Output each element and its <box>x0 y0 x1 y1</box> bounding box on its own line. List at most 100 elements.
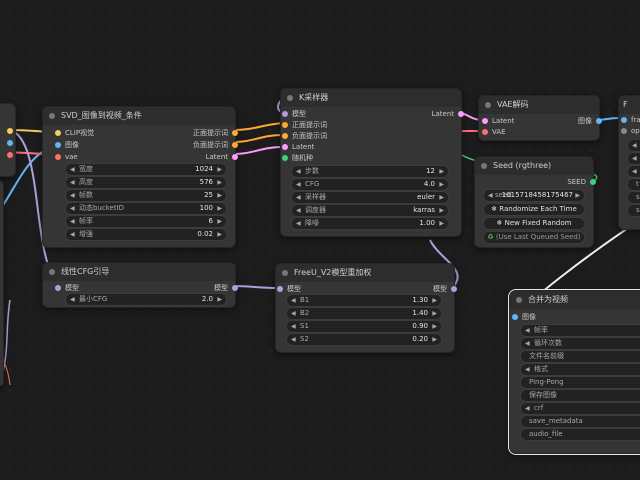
right-partial-input-0[interactable]: fra <box>621 115 640 125</box>
freeu-v2-node[interactable]: FreeU_V2模型重加权 模型 模型 ◀ B1 1.30 ▶ ◀ B2 1.40 ▶ ◀ S… <box>275 263 457 353</box>
image-pin-icon[interactable] <box>621 117 627 123</box>
freeu-s2-widget[interactable]: ◀ S2 0.20 ▶ <box>286 333 442 346</box>
decrement-arrow-icon[interactable]: ◀ <box>525 364 530 375</box>
decrement-arrow-icon[interactable]: ◀ <box>291 308 296 319</box>
increment-arrow-icon[interactable]: ▶ <box>217 203 222 214</box>
latent-pin-icon[interactable] <box>482 118 488 124</box>
decrement-arrow-icon[interactable]: ◀ <box>632 166 637 177</box>
right-partial-widget-0[interactable]: ◀f <box>627 139 640 152</box>
right-partial-node[interactable]: F fra opti ◀f ◀l ◀s t s s <box>618 95 640 230</box>
decrement-arrow-icon[interactable]: ◀ <box>488 190 493 201</box>
collapse-dot-icon[interactable] <box>485 102 491 108</box>
combine-filename-prefix-widget[interactable]: 文件名前缀 <box>520 350 640 363</box>
ksampler-input-positive[interactable]: 正面提示词 <box>282 120 327 130</box>
combine-video-title[interactable]: 合并为视频 <box>510 291 640 309</box>
svd-input-image[interactable]: 图像 <box>55 140 79 150</box>
freeu-b1-widget[interactable]: ◀ B1 1.30 ▶ <box>286 294 442 307</box>
svd-input-vae[interactable]: vae <box>55 152 78 162</box>
combine-audio-file-widget[interactable]: audio_file <box>520 428 640 441</box>
right-partial-widget-3[interactable]: t <box>627 178 640 191</box>
freeu-s1-widget[interactable]: ◀ S1 0.90 ▶ <box>286 320 442 333</box>
increment-arrow-icon[interactable]: ▶ <box>575 190 580 201</box>
collapse-dot-icon[interactable] <box>481 163 487 169</box>
svd-node-title[interactable]: SVD_图像到视频_条件 <box>43 107 235 125</box>
ksampler-cfg-widget[interactable]: ◀ CFG 4.0 ▶ <box>291 178 449 191</box>
int-pin-icon[interactable] <box>282 155 288 161</box>
left-partial-node[interactable] <box>0 103 16 177</box>
model-pin-icon[interactable] <box>232 285 238 291</box>
option-pin-icon[interactable] <box>621 128 627 134</box>
int-pin-icon[interactable] <box>590 179 596 185</box>
collapse-dot-icon[interactable] <box>516 297 522 303</box>
decrement-arrow-icon[interactable]: ◀ <box>632 140 637 151</box>
vae-decode-title[interactable]: VAE解码 <box>479 96 599 114</box>
decrement-arrow-icon[interactable]: ◀ <box>291 334 296 345</box>
collapse-dot-icon[interactable] <box>287 95 293 101</box>
right-partial-widget-4[interactable]: s <box>627 191 640 204</box>
increment-arrow-icon[interactable]: ▶ <box>217 190 222 201</box>
right-partial-title[interactable]: F <box>619 96 640 114</box>
ksampler-input-negative[interactable]: 负面提示词 <box>282 131 327 141</box>
svd-frames-widget[interactable]: ◀ 帧数 25 ▶ <box>65 189 227 202</box>
ksampler-output-latent[interactable]: Latent <box>432 109 464 119</box>
ksampler-input-seed[interactable]: 随机种 <box>282 153 313 163</box>
decrement-arrow-icon[interactable]: ◀ <box>296 192 301 203</box>
latent-pin-icon[interactable] <box>282 144 288 150</box>
image-pin-icon[interactable] <box>55 142 61 148</box>
right-partial-input-1[interactable]: opti <box>621 126 640 136</box>
cfg-guide-output-model[interactable]: 模型 <box>214 283 238 293</box>
conditioning-pin-icon[interactable] <box>282 133 288 139</box>
decrement-arrow-icon[interactable]: ◀ <box>70 190 75 201</box>
increment-arrow-icon[interactable]: ▶ <box>217 216 222 227</box>
increment-arrow-icon[interactable]: ▶ <box>217 177 222 188</box>
collapse-dot-icon[interactable] <box>49 269 55 275</box>
ksampler-node-title[interactable]: K采样器 <box>281 89 461 107</box>
svd-output-positive[interactable]: 正面提示词 <box>193 128 238 138</box>
freeu-b2-widget[interactable]: ◀ B2 1.40 ▶ <box>286 307 442 320</box>
decrement-arrow-icon[interactable]: ◀ <box>70 294 75 305</box>
svd-output-latent[interactable]: Latent <box>206 152 238 162</box>
right-partial-widget-1[interactable]: ◀l <box>627 152 640 165</box>
combine-input-image[interactable]: 图像 <box>512 312 536 322</box>
decrement-arrow-icon[interactable]: ◀ <box>296 218 301 229</box>
vae-decode-output-image[interactable]: 图像 <box>578 116 602 126</box>
cfg-guide-title[interactable]: 线性CFG引导 <box>43 263 235 281</box>
svd-output-negative[interactable]: 负面提示词 <box>193 140 238 150</box>
combine-save-metadata-widget[interactable]: save_metadata <box>520 415 640 428</box>
ksampler-input-model[interactable]: 模型 <box>282 109 306 119</box>
latent-pin-icon[interactable] <box>232 154 238 160</box>
increment-arrow-icon[interactable]: ▶ <box>439 192 444 203</box>
combine-pingpong-widget[interactable]: Ping-Pong <box>520 376 640 389</box>
left-partial-node-lower[interactable] <box>0 180 4 387</box>
clip-vision-pin-icon[interactable] <box>55 130 61 136</box>
randomize-each-time-button[interactable]: ❄ Randomize Each Time <box>483 203 585 216</box>
ksampler-input-latent[interactable]: Latent <box>282 142 314 152</box>
vae-pin-icon[interactable] <box>55 154 61 160</box>
seed-value-widget[interactable]: ◀ seed 1015718458175467 ▶ <box>483 189 585 202</box>
increment-arrow-icon[interactable]: ▶ <box>439 179 444 190</box>
increment-arrow-icon[interactable]: ▶ <box>432 334 437 345</box>
svd-fps-widget[interactable]: ◀ 帧率 6 ▶ <box>65 215 227 228</box>
vae-decode-input-vae[interactable]: VAE <box>482 127 506 137</box>
conditioning-pin-icon[interactable] <box>232 142 238 148</box>
left-output-clip[interactable] <box>0 126 13 136</box>
decrement-arrow-icon[interactable]: ◀ <box>291 295 296 306</box>
decrement-arrow-icon[interactable]: ◀ <box>525 403 530 414</box>
left-output-image[interactable] <box>0 138 13 148</box>
increment-arrow-icon[interactable]: ▶ <box>432 308 437 319</box>
increment-arrow-icon[interactable]: ▶ <box>439 205 444 216</box>
left-output-vae[interactable] <box>0 150 13 160</box>
decrement-arrow-icon[interactable]: ◀ <box>70 229 75 240</box>
use-last-queued-seed-button[interactable]: ♻ (Use Last Queued Seed) <box>483 231 585 244</box>
freeu-input-model[interactable]: 模型 <box>277 284 301 294</box>
latent-pin-icon[interactable] <box>458 111 464 117</box>
model-pin-icon[interactable] <box>282 111 288 117</box>
combine-loop-count-widget[interactable]: ◀ 循环次数 <box>520 337 640 350</box>
collapse-dot-icon[interactable] <box>49 113 55 119</box>
vae-decode-input-latent[interactable]: Latent <box>482 116 514 126</box>
combine-video-node[interactable]: 合并为视频 图像 ◀ 帧率 ◀ 循环次数 文件名前缀 ◀ 格式 Ping-Pong 保… <box>508 289 640 455</box>
decrement-arrow-icon[interactable]: ◀ <box>70 177 75 188</box>
increment-arrow-icon[interactable]: ▶ <box>439 166 444 177</box>
svd-input-clip-vision[interactable]: CLIP视觉 <box>55 128 94 138</box>
min-cfg-widget[interactable]: ◀ 最小CFG 2.0 ▶ <box>65 293 227 306</box>
